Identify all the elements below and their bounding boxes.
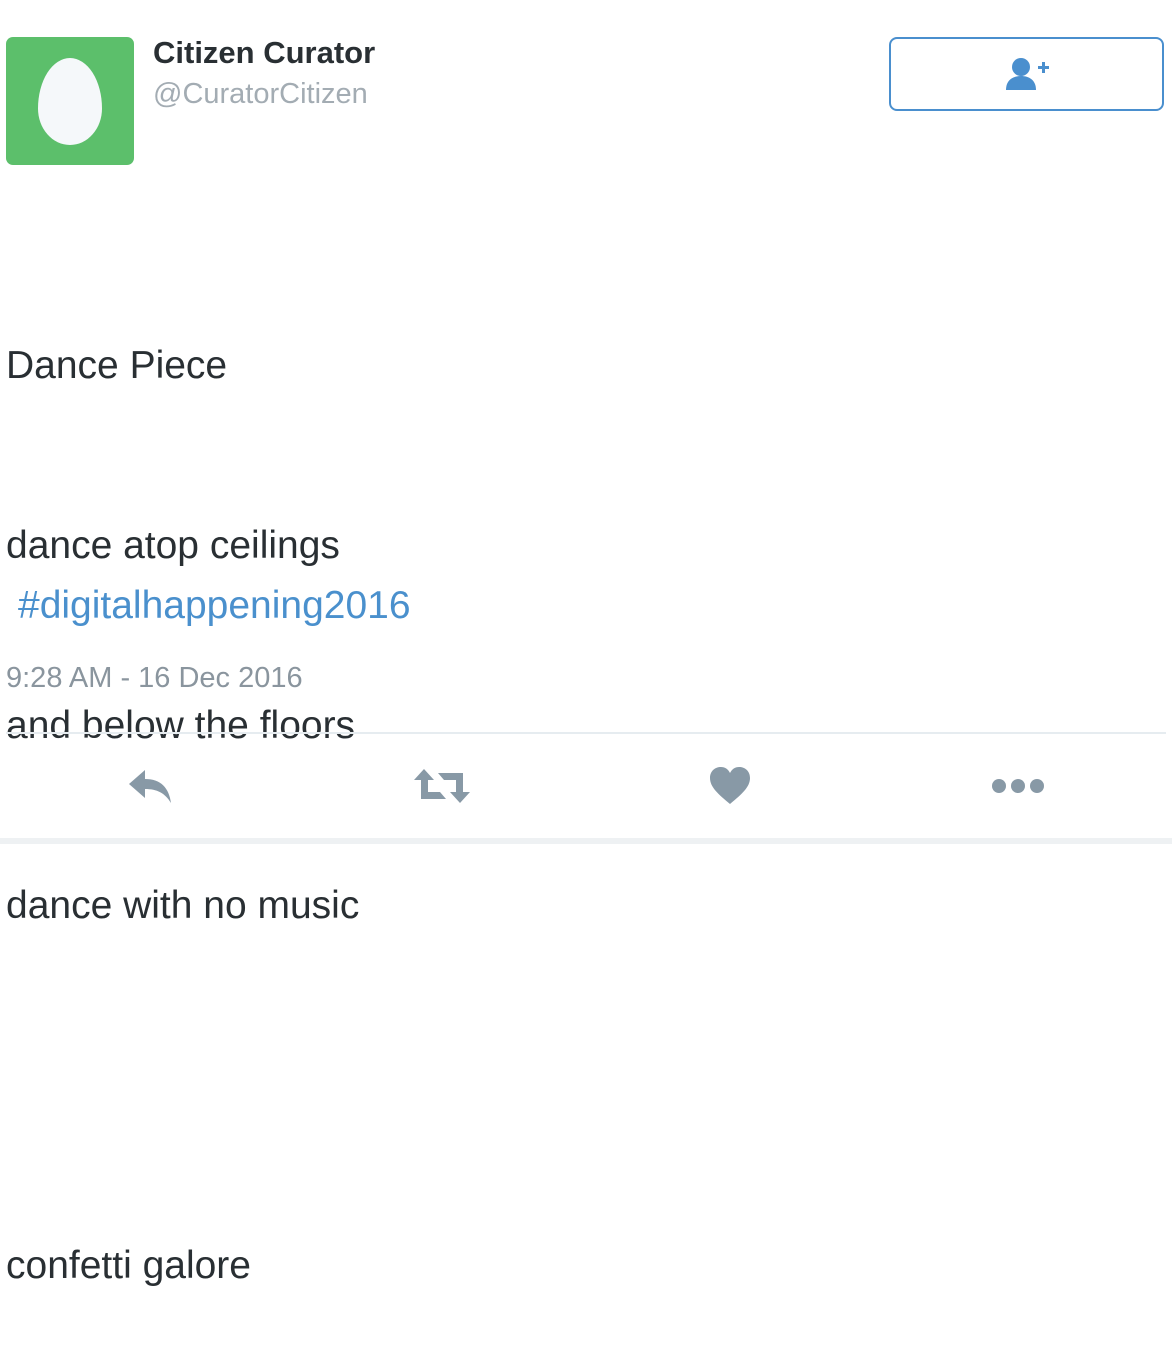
retweet-icon bbox=[414, 769, 470, 803]
tweet-line: dance atop ceilings bbox=[6, 524, 340, 567]
like-heart-icon bbox=[710, 767, 750, 804]
reply-button[interactable] bbox=[122, 760, 178, 812]
follow-button[interactable] bbox=[889, 37, 1164, 111]
add-user-icon bbox=[1005, 58, 1049, 90]
reply-icon bbox=[129, 770, 171, 803]
egg-avatar-icon bbox=[38, 58, 102, 145]
more-options-button[interactable] bbox=[988, 760, 1048, 812]
tweet-line: confetti galore bbox=[6, 1244, 251, 1287]
tweet-text: Dance Piece dance atop ceilings and belo… bbox=[6, 216, 359, 1356]
avatar[interactable] bbox=[6, 37, 134, 165]
more-options-icon bbox=[992, 779, 1044, 793]
like-button[interactable] bbox=[702, 760, 758, 812]
bottom-divider bbox=[0, 838, 1172, 844]
divider bbox=[6, 732, 1166, 734]
tweet-line: dance with no music bbox=[6, 884, 360, 927]
tweet-line bbox=[6, 1056, 359, 1116]
tweet-timestamp[interactable]: 9:28 AM - 16 Dec 2016 bbox=[6, 662, 303, 695]
tweet-line: and below the floors bbox=[6, 704, 356, 747]
user-display-name[interactable]: Citizen Curator bbox=[153, 35, 375, 71]
hashtag-link[interactable]: #digitalhappening2016 bbox=[18, 576, 411, 636]
retweet-button[interactable] bbox=[410, 760, 474, 812]
user-handle[interactable]: @CuratorCitizen bbox=[153, 78, 368, 111]
tweet-line: Dance Piece bbox=[6, 344, 228, 387]
